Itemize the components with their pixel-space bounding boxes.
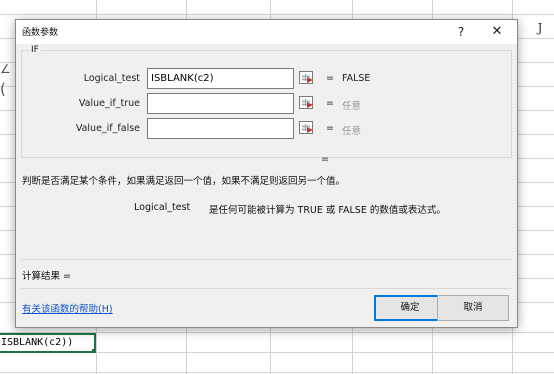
close-icon[interactable]: ✕ <box>482 20 512 44</box>
ok-button[interactable]: 确定 <box>374 295 446 321</box>
equals-sign: = <box>326 73 334 84</box>
argument-description-text: 是任何可能被计算为 TRUE 或 FALSE 的数值或表达式。 <box>209 205 446 216</box>
argument-result: FALSE <box>342 73 371 84</box>
equals-sign: = <box>326 98 334 109</box>
range-select-icon[interactable] <box>299 71 313 84</box>
argument-row-value-if-true: Value_if_true = 任意 <box>22 93 511 115</box>
cell-text-fragment: ∠ <box>0 62 11 76</box>
arguments-group: IF Logical_test = FALSE Value_if_true = … <box>21 45 512 158</box>
argument-label: Value_if_true <box>78 98 140 109</box>
argument-label: Logical_test <box>83 73 140 84</box>
dialog-title: 函数参数 <box>22 28 59 38</box>
logical-test-input[interactable] <box>147 68 294 89</box>
divider <box>21 288 512 289</box>
value-if-true-input[interactable] <box>147 93 294 114</box>
range-select-icon[interactable] <box>299 121 313 134</box>
function-description: 判断是否满足某个条件，如果满足返回一个值，如果不满足则返回另一个值。 <box>22 176 346 187</box>
cancel-button[interactable]: 取消 <box>437 295 509 321</box>
argument-result: 任意 <box>342 101 362 112</box>
argument-row-logical-test: Logical_test = FALSE <box>22 68 511 90</box>
argument-label: Value_if_false <box>75 123 140 134</box>
column-header-j[interactable]: J <box>520 18 554 38</box>
value-if-false-input[interactable] <box>147 118 294 139</box>
equals-sign: = <box>326 123 334 134</box>
range-select-icon[interactable] <box>299 96 313 109</box>
argument-row-value-if-false: Value_if_false = 任意 <box>22 118 511 140</box>
cell-text-fragment: ( <box>0 80 6 98</box>
active-cell-formula[interactable]: ISBLANK(c2)) <box>0 333 96 353</box>
argument-result: 任意 <box>342 126 362 137</box>
dialog-titlebar[interactable]: 函数参数 ? ✕ <box>16 20 517 44</box>
function-result-equals: = <box>321 154 329 165</box>
function-arguments-dialog: 函数参数 ? ✕ IF Logical_test = FALSE Value_i… <box>15 19 518 328</box>
function-name: IF <box>29 45 41 55</box>
argument-description-name: Logical_test <box>134 202 191 213</box>
divider <box>21 259 512 260</box>
calculation-result: 计算结果 = <box>22 271 71 282</box>
function-help-link[interactable]: 有关该函数的帮助(H) <box>22 301 113 315</box>
help-button[interactable]: ? <box>446 20 476 44</box>
